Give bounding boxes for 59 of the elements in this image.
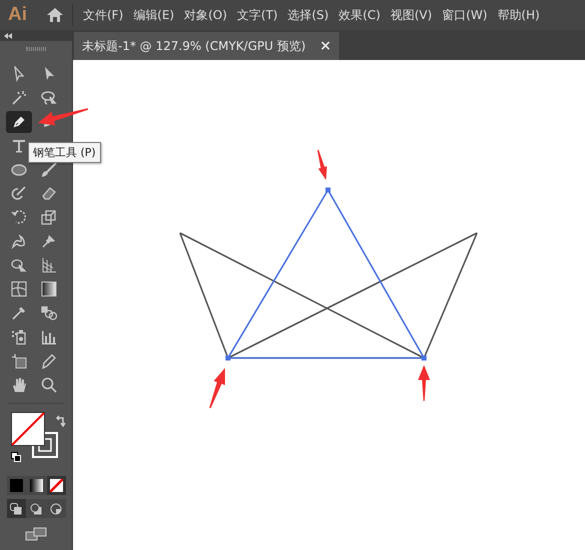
color-mode-button[interactable] [46, 476, 66, 496]
eraser-icon [41, 185, 57, 202]
fill-color-icon [10, 479, 22, 492]
blend-icon [41, 304, 57, 321]
selection-arrow-icon [11, 66, 27, 82]
gradient-icon [41, 281, 57, 298]
scale-icon [41, 209, 57, 226]
document-tab[interactable]: 未标题-1* @ 127.9% (CMYK/GPU 预览) × [74, 32, 340, 60]
none-swatch-icon [50, 479, 62, 492]
fill-swatch[interactable] [11, 412, 45, 446]
slice-knife-icon [41, 352, 57, 369]
bar-graph-icon [41, 328, 57, 345]
paintbrush-icon [41, 162, 57, 178]
menu-item[interactable]: 帮助(H) [497, 6, 540, 24]
app-logo: Ai [8, 4, 28, 26]
menu-item[interactable]: 文字(T) [237, 6, 278, 24]
menu-item[interactable]: 效果(C) [338, 6, 380, 24]
draw-normal-icon [10, 502, 22, 515]
lasso-icon [41, 90, 57, 106]
screen-mode-icon[interactable] [25, 527, 47, 542]
tab-title: 未标题-1* @ 127.9% (CMYK/GPU 预览) [82, 38, 306, 54]
puppet-warp-icon [11, 233, 27, 250]
menu-item[interactable]: 对象(O) [184, 6, 228, 24]
tooltip: 钢笔工具 (P) [28, 142, 101, 163]
pen-nib-icon [11, 114, 27, 130]
draw-mode-button[interactable] [6, 499, 26, 518]
type-t-icon [11, 138, 27, 154]
rotate-icon [11, 209, 27, 226]
tab-close-button[interactable]: × [320, 38, 332, 54]
pushpin-icon [41, 233, 57, 250]
default-colors-icon[interactable] [11, 452, 21, 462]
artboard-icon [11, 352, 27, 369]
symbol-sprayer-icon [11, 328, 27, 345]
pointer-arrow [317, 150, 327, 180]
shaper-icon [11, 185, 27, 202]
magic-wand-icon [11, 90, 27, 106]
menu-item[interactable]: 窗口(W) [442, 6, 488, 24]
collapse-icon[interactable] [4, 32, 12, 38]
menu-item[interactable]: 文件(F) [83, 6, 124, 24]
ellipse-icon [11, 162, 27, 178]
menu-item[interactable]: 视图(V) [390, 6, 432, 24]
menu-item[interactable]: 选择(S) [288, 6, 329, 24]
pointer-arrow [418, 365, 430, 401]
eyedropper-icon [11, 304, 27, 321]
hand-icon [11, 376, 27, 393]
draw-behind-icon [30, 502, 42, 515]
pointer-arrow [209, 368, 225, 408]
gradient-swatch-icon [30, 479, 42, 492]
draw-inside-icon [50, 502, 62, 515]
perspective-grid-icon [41, 257, 57, 274]
home-icon[interactable] [46, 7, 64, 23]
color-mode-button[interactable] [6, 476, 26, 496]
search-icon [41, 376, 57, 393]
panel-grip[interactable] [26, 47, 46, 51]
tool-button[interactable] [6, 110, 32, 133]
menu-item[interactable]: 编辑(E) [133, 6, 174, 24]
mesh-icon [11, 281, 27, 298]
swap-arrows-icon[interactable] [56, 415, 66, 428]
shape-builder-icon [11, 257, 27, 274]
